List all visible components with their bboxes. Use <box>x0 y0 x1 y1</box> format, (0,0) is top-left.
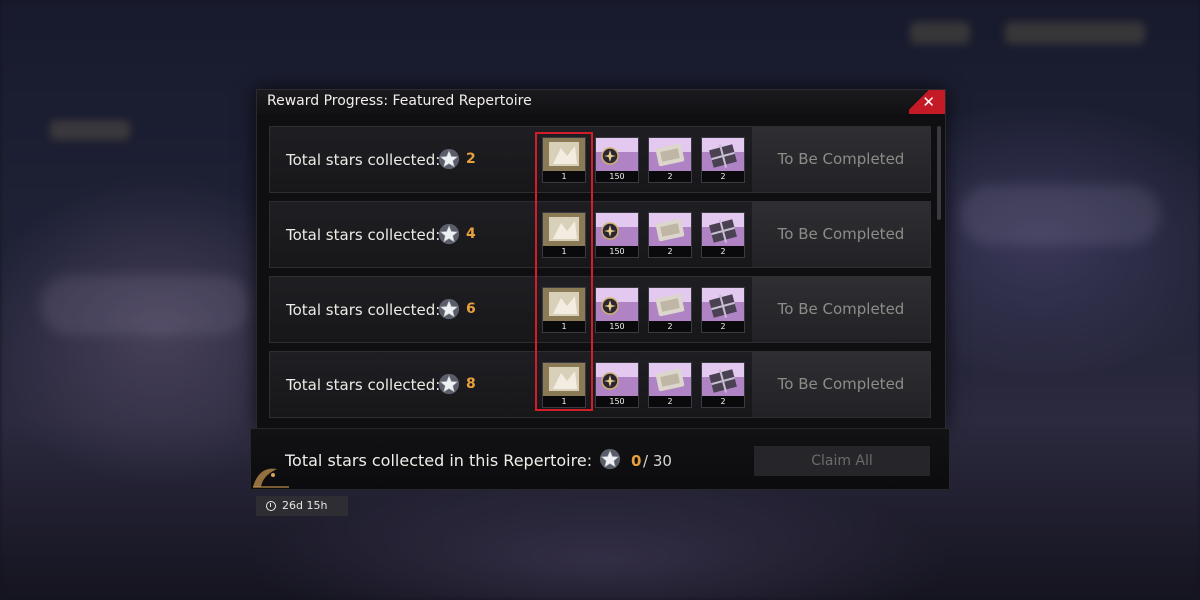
reward-quantity: 150 <box>596 246 638 257</box>
reward-quantity: 1 <box>543 246 585 257</box>
reward-quantity: 150 <box>596 171 638 182</box>
ticket-icon <box>649 138 691 171</box>
row-star-count: 4 <box>466 226 476 242</box>
ticket-icon <box>649 213 691 246</box>
gift-box-icon <box>702 288 744 321</box>
ticket-icon <box>649 288 691 321</box>
row-label: Total stars collected: <box>286 151 441 169</box>
reward-item[interactable]: 2 <box>701 137 745 183</box>
reward-quantity: 1 <box>543 396 585 407</box>
reward-quantity: 150 <box>596 396 638 407</box>
row-label: Total stars collected: <box>286 301 441 319</box>
footer-label: Total stars collected in this Repertoire… <box>285 451 593 470</box>
timer-text: 26d 15h <box>282 499 328 512</box>
currency-token-icon <box>596 138 638 171</box>
currency-token-icon <box>596 213 638 246</box>
reward-item[interactable]: 2 <box>701 287 745 333</box>
costume-card-icon <box>543 213 585 246</box>
footer-bar: Total stars collected in this Repertoire… <box>250 428 950 490</box>
reward-item[interactable]: 2 <box>648 287 692 333</box>
reward-item[interactable]: 150 <box>595 212 639 258</box>
clock-icon <box>266 501 276 511</box>
reward-quantity: 2 <box>649 321 691 332</box>
row-star-count: 8 <box>466 376 476 392</box>
close-button[interactable]: ✕ <box>909 90 945 114</box>
reward-item[interactable]: 2 <box>648 137 692 183</box>
status-button[interactable]: To Be Completed <box>752 277 930 342</box>
currency-token-icon <box>596 363 638 396</box>
stars-total: / 30 <box>643 452 672 470</box>
star-icon <box>438 298 460 320</box>
reward-row: Total stars collected: 6 1 150 2 2 To Be Compl… <box>269 276 931 343</box>
reward-quantity: 2 <box>702 321 744 332</box>
reward-quantity: 2 <box>649 396 691 407</box>
reward-item[interactable]: 2 <box>701 362 745 408</box>
event-timer: 26d 15h <box>256 496 348 516</box>
currency-token-icon <box>596 288 638 321</box>
row-star-count: 2 <box>466 151 476 167</box>
reward-quantity: 1 <box>543 321 585 332</box>
reward-progress-dialog: Reward Progress: Featured Repertoire ✕ T… <box>256 89 946 429</box>
gift-box-icon <box>702 213 744 246</box>
dialog-header: Reward Progress: Featured Repertoire ✕ <box>257 90 945 114</box>
row-label: Total stars collected: <box>286 226 441 244</box>
reward-item[interactable]: 1 <box>542 362 586 408</box>
reward-item[interactable]: 1 <box>542 287 586 333</box>
costume-card-icon <box>543 363 585 396</box>
star-icon <box>438 148 460 170</box>
reward-quantity: 2 <box>702 171 744 182</box>
ticket-icon <box>649 363 691 396</box>
costume-card-icon <box>543 138 585 171</box>
status-button[interactable]: To Be Completed <box>752 352 930 417</box>
costume-card-icon <box>543 288 585 321</box>
stars-current: 0 <box>631 452 642 470</box>
reward-quantity: 150 <box>596 321 638 332</box>
scrollbar[interactable] <box>937 126 941 220</box>
reward-quantity: 1 <box>543 171 585 182</box>
dialog-title: Reward Progress: Featured Repertoire <box>267 93 532 109</box>
status-button[interactable]: To Be Completed <box>752 202 930 267</box>
star-icon <box>599 448 621 470</box>
star-icon <box>438 373 460 395</box>
reward-item[interactable]: 2 <box>701 212 745 258</box>
reward-quantity: 2 <box>702 246 744 257</box>
reward-item[interactable]: 150 <box>595 287 639 333</box>
reward-item[interactable]: 1 <box>542 212 586 258</box>
status-button[interactable]: To Be Completed <box>752 127 930 192</box>
row-label: Total stars collected: <box>286 376 441 394</box>
reward-item[interactable]: 1 <box>542 137 586 183</box>
row-star-count: 6 <box>466 301 476 317</box>
reward-row: Total stars collected: 4 1 150 2 2 To Be Compl… <box>269 201 931 268</box>
reward-item[interactable]: 150 <box>595 362 639 408</box>
reward-quantity: 2 <box>649 171 691 182</box>
reward-list[interactable]: Total stars collected: 2 1 150 2 2 To Be Compl… <box>269 126 931 422</box>
reward-row: Total stars collected: 8 1 150 2 2 To Be Compl… <box>269 351 931 418</box>
reward-quantity: 2 <box>649 246 691 257</box>
reward-row: Total stars collected: 2 1 150 2 2 To Be Compl… <box>269 126 931 193</box>
star-icon <box>438 223 460 245</box>
reward-item[interactable]: 2 <box>648 362 692 408</box>
gift-box-icon <box>702 138 744 171</box>
claim-all-button[interactable]: Claim All <box>754 446 930 476</box>
reward-item[interactable]: 2 <box>648 212 692 258</box>
reward-item[interactable]: 150 <box>595 137 639 183</box>
gift-box-icon <box>702 363 744 396</box>
reward-quantity: 2 <box>702 396 744 407</box>
